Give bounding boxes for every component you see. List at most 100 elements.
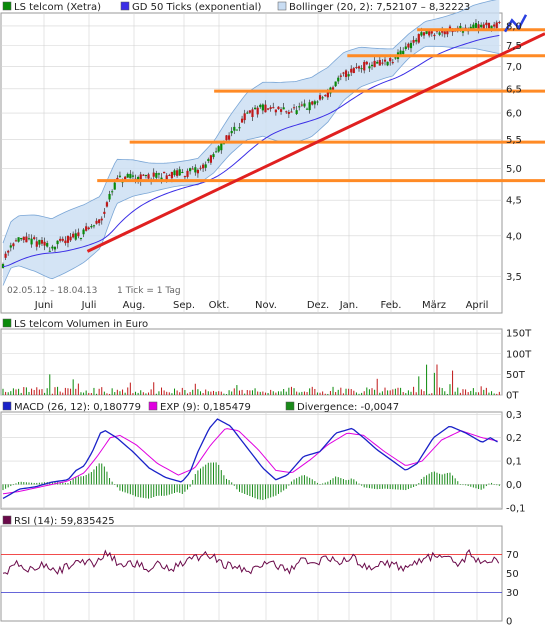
divergence-bar — [280, 484, 282, 493]
divergence-bar — [20, 481, 22, 485]
candle-body — [183, 176, 187, 178]
candle-body — [498, 22, 501, 24]
volume-bar — [85, 390, 87, 395]
divergence-bar — [176, 484, 178, 493]
candle-body — [108, 193, 111, 200]
candle-body — [48, 250, 51, 252]
candle-body — [422, 32, 426, 36]
candle-body — [144, 175, 148, 177]
divergence-bar — [192, 479, 194, 485]
candle-body — [35, 241, 38, 247]
volume-bar — [446, 393, 448, 395]
divergence-bar — [345, 480, 347, 485]
candle-body — [365, 61, 368, 65]
candle-body — [155, 172, 158, 178]
candle-body — [113, 182, 116, 190]
volume-bar — [433, 372, 435, 395]
volume-bar — [407, 390, 409, 395]
volume-bar — [397, 387, 399, 395]
divergence-bar — [64, 482, 66, 485]
divergence-bar — [181, 484, 183, 494]
candle-body — [186, 170, 189, 177]
candle-body — [22, 236, 25, 241]
volume-bar — [46, 388, 48, 395]
divergence-bar — [467, 484, 469, 486]
volume-bar — [340, 387, 342, 395]
candle-body — [311, 101, 314, 105]
candle-body — [152, 172, 155, 177]
divergence-bar — [277, 484, 279, 494]
divergence-bar — [436, 472, 438, 485]
divergence-bar — [202, 466, 204, 485]
month-label: Feb. — [381, 300, 402, 311]
divergence-bar — [431, 472, 433, 485]
volume-bar — [197, 389, 199, 395]
volume-bar — [257, 391, 259, 395]
divergence-bar — [439, 473, 441, 485]
legend-swatch-volume — [2, 318, 12, 328]
candle-body — [394, 57, 397, 59]
candle-body — [220, 143, 223, 151]
divergence-bar — [166, 484, 168, 496]
candle-body — [194, 167, 197, 173]
volume-bar — [459, 392, 461, 395]
candle-body — [157, 173, 161, 175]
candle-body — [131, 175, 135, 177]
divergence-bar — [407, 484, 409, 490]
candle-body — [147, 174, 150, 179]
candle-body — [163, 171, 166, 174]
candle-body — [72, 233, 75, 238]
price-tick-label: 5,5 — [506, 135, 522, 146]
volume-bar — [88, 392, 90, 395]
candle-body — [124, 176, 127, 180]
candle-body — [92, 225, 96, 227]
volume-bar — [200, 391, 202, 395]
volume-bar — [335, 392, 337, 395]
divergence-bar — [70, 481, 72, 485]
volume-bar — [444, 391, 446, 395]
volume-bar — [470, 390, 472, 395]
candle-body — [209, 155, 212, 163]
candle-body — [290, 111, 293, 113]
divergence-bar — [459, 484, 461, 485]
candle-body — [56, 240, 59, 245]
volume-bar — [18, 388, 20, 395]
volume-bar — [319, 392, 321, 395]
candle-body — [412, 39, 415, 43]
divergence-bar — [10, 484, 12, 487]
volume-bar — [475, 392, 477, 395]
candle-body — [347, 74, 350, 77]
divergence-bar — [140, 484, 142, 498]
candle-body — [339, 75, 342, 77]
volume-bar — [309, 388, 311, 395]
candle-body — [360, 68, 363, 70]
volume-bar — [454, 391, 456, 395]
divergence-bar — [298, 476, 300, 485]
candle-body — [105, 202, 109, 207]
candle-body — [51, 246, 54, 249]
volume-bar — [472, 388, 474, 395]
divergence-bar — [244, 484, 246, 494]
divergence-bar — [129, 484, 131, 495]
divergence-bar — [236, 484, 238, 490]
volume-bar — [358, 393, 360, 395]
candle-body — [376, 61, 379, 64]
volume-bar — [181, 387, 183, 395]
volume-bar — [394, 388, 396, 395]
volume-bar — [189, 392, 191, 395]
divergence-bar — [400, 484, 402, 490]
month-label: Nov. — [255, 300, 277, 311]
volume-bar — [161, 387, 163, 395]
volume-bar — [381, 391, 383, 395]
volume-bar — [10, 391, 12, 395]
divergence-bar — [267, 484, 269, 499]
volume-bar — [62, 392, 64, 395]
volume-bar — [5, 391, 7, 395]
candle-body — [303, 103, 306, 107]
volume-bar — [220, 391, 222, 395]
candle-body — [404, 46, 407, 49]
volume-bar — [301, 391, 303, 395]
volume-bar — [363, 391, 365, 395]
divergence-bar — [223, 475, 225, 485]
month-label: Okt. — [209, 300, 230, 311]
